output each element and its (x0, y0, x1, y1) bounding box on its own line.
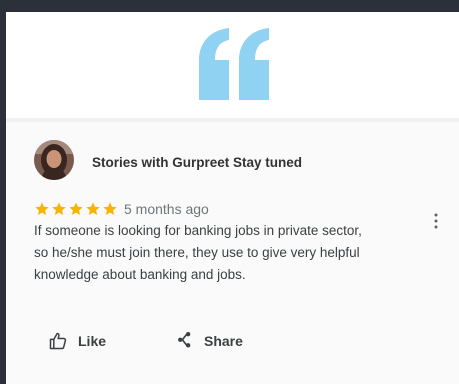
share-label: Share (204, 333, 243, 349)
star-icon (103, 202, 117, 215)
thumbs-up-icon (49, 332, 67, 350)
review-actions: Like Share (6, 322, 459, 362)
quote-header (6, 12, 459, 118)
avatar (34, 140, 74, 180)
star-rating (34, 201, 118, 217)
quote-icon (199, 28, 269, 100)
review-text: If someone is looking for banking jobs i… (34, 220, 459, 286)
like-label: Like (78, 333, 107, 349)
rating-row: 5 months ago (34, 200, 209, 218)
author-name: Stories with Gurpreet Stay tuned (92, 155, 303, 170)
star-icon (52, 202, 66, 215)
review-text-line: knowledge about banking and jobs. (34, 267, 246, 282)
share-icon (178, 332, 191, 348)
review-text-line: so he/she must join there, they use to g… (34, 245, 360, 260)
review: Stories with Gurpreet Stay tuned 5 month… (6, 122, 459, 384)
review-time: 5 months ago (124, 201, 209, 217)
star-icon (86, 202, 100, 215)
star-icon (35, 202, 49, 215)
star-icon (69, 202, 83, 215)
review-text-line: If someone is looking for banking jobs i… (34, 223, 362, 238)
like-button[interactable]: Like (48, 331, 106, 351)
testimonial-card: Stories with Gurpreet Stay tuned 5 month… (6, 12, 459, 384)
share-button[interactable]: Share (174, 331, 243, 351)
